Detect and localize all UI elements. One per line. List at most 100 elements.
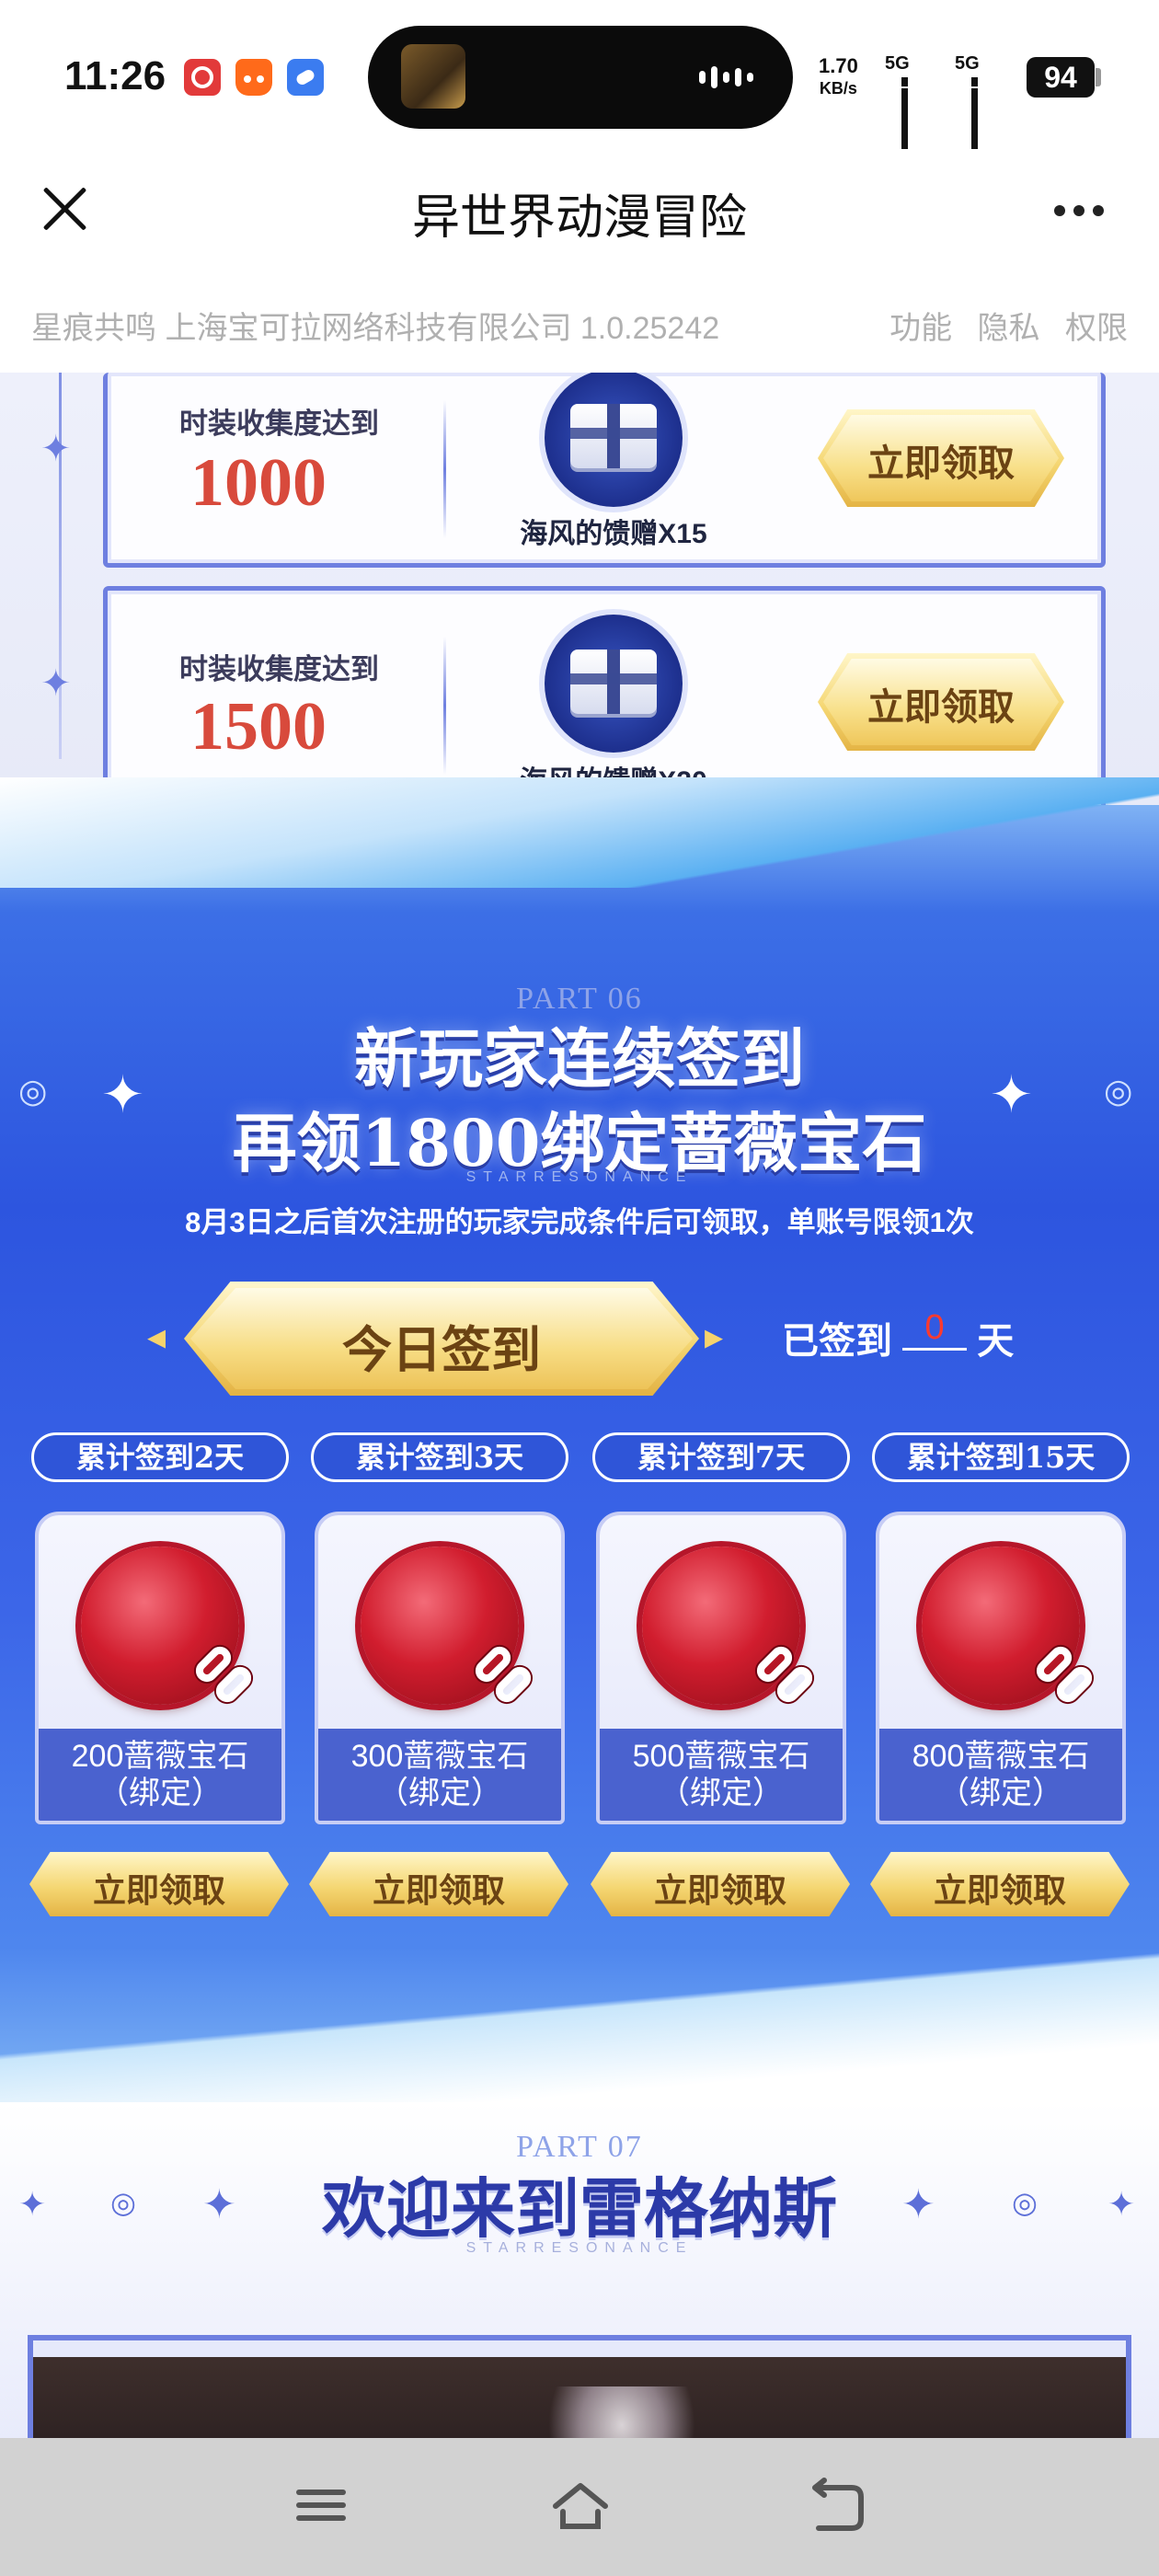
sparkle-icon: ✦ — [40, 429, 72, 469]
menu-icon[interactable] — [289, 2482, 353, 2547]
system-navigation-bar — [0, 2438, 1159, 2576]
signed-prefix: 已签到 — [782, 1321, 892, 1362]
signin-title-line1: 新玩家连续签到 — [354, 1020, 805, 1097]
reward-card: 200蔷薇宝石 （绑定） — [35, 1512, 285, 1824]
signed-days-counter: 已签到 0 天 — [782, 1308, 1015, 1365]
sparkle-icon: ✦ — [202, 2182, 236, 2227]
gift-box-icon — [545, 373, 683, 507]
claim-button[interactable]: 立即领取 — [818, 409, 1064, 507]
browser-icon — [287, 59, 324, 96]
reward-condition-label: 时装收集度达到 — [179, 408, 379, 440]
app-developer-info: 星痕共鸣 上海宝可拉网络科技有限公司 1.0.25242 — [31, 311, 720, 346]
web-content[interactable]: ✦ ✦ 时装收集度达到 1000 海风的馈赠X15 立即领取 时装收集度达到 1… — [0, 373, 1159, 2438]
signed-count: 0 — [902, 1308, 968, 1351]
welcome-title: 欢迎来到雷格纳斯 — [322, 2170, 837, 2247]
reward-name-band: 300蔷薇宝石 （绑定） — [318, 1729, 561, 1821]
orb-icon: ◎ — [1012, 2186, 1038, 2219]
reward-name-band: 800蔷薇宝石 （绑定） — [879, 1729, 1122, 1821]
app-info-bar: 星痕共鸣 上海宝可拉网络科技有限公司 1.0.25242 功能 隐私 权限 — [0, 281, 1159, 373]
reward-name: 200蔷薇宝石 — [71, 1739, 249, 1774]
sparkle-icon: ✦ — [901, 2182, 935, 2227]
net-speed: 1.70 KB/s — [819, 55, 858, 99]
cumulative-tag: 累计签到7天 — [592, 1432, 850, 1482]
arrow-right-icon: ▸ — [705, 1317, 724, 1357]
back-icon[interactable] — [806, 2475, 870, 2539]
net-speed-unit: KB/s — [819, 79, 857, 98]
signin-subtitle: 8月3日之后首次注册的玩家完成条件后可领取，单账号限领1次 — [185, 1206, 974, 1238]
today-signin-button[interactable]: 今日签到 — [184, 1282, 699, 1396]
bound-chain-icon — [752, 1641, 822, 1712]
netease-music-icon — [184, 59, 221, 96]
status-bar: 11:26 1.70 KB/s 5G 5G 94 — [0, 0, 1159, 156]
reward-card: 300蔷薇宝石 （绑定） — [315, 1512, 565, 1824]
reward-target-value: 1000 — [190, 445, 327, 521]
claim-button-label: 立即领取 — [867, 443, 1015, 484]
reward-condition-label: 时装收集度达到 — [179, 653, 379, 685]
net-speed-value: 1.70 — [819, 54, 858, 77]
more-icon[interactable] — [1054, 204, 1113, 219]
bound-chain-icon — [1031, 1641, 1102, 1712]
claim-button[interactable]: 立即领取 — [309, 1852, 568, 1916]
bound-chain-icon — [190, 1641, 261, 1712]
character-figure — [548, 2386, 695, 2438]
mini-program-navbar: 异世界动漫冒险 — [0, 156, 1159, 281]
reward-name: 800蔷薇宝石 — [912, 1739, 1090, 1774]
collection-reward-row: 时装收集度达到 1000 海风的馈赠X15 立即领取 — [103, 373, 1106, 568]
reward-bind-note: （绑定） — [938, 1776, 1063, 1811]
reward-bind-note: （绑定） — [377, 1776, 502, 1811]
dynamic-island[interactable] — [368, 26, 793, 129]
reward-target-value: 1500 — [190, 689, 327, 765]
game-thumbnail-icon — [401, 44, 465, 109]
orb-icon: ◎ — [1104, 1072, 1133, 1110]
signed-suffix: 天 — [977, 1321, 1015, 1362]
sparkle-icon: ✦ — [40, 663, 72, 704]
brand-subtext: STARRESONANCE — [465, 2240, 694, 2256]
battery-tip — [1096, 68, 1101, 86]
divider — [443, 400, 446, 538]
reward-name-band: 500蔷薇宝石 （绑定） — [600, 1729, 843, 1821]
wave-decoration — [0, 777, 1159, 888]
link-features[interactable]: 功能 — [889, 311, 952, 346]
sparkle-icon: ✦ — [990, 1065, 1033, 1123]
status-clock: 11:26 — [64, 53, 166, 98]
audio-wave-icon — [699, 66, 759, 88]
link-permissions[interactable]: 权限 — [1065, 311, 1128, 346]
reward-bind-note: （绑定） — [659, 1776, 784, 1811]
arrow-left-icon: ◂ — [147, 1317, 166, 1357]
cumulative-tag: 累计签到3天 — [311, 1432, 568, 1482]
reward-name-band: 200蔷薇宝石 （绑定） — [39, 1729, 281, 1821]
cumulative-tag: 累计签到2天 — [31, 1432, 289, 1482]
gift-box-icon — [545, 615, 683, 753]
sparkle-icon: ✦ — [18, 2185, 47, 2223]
video-preview[interactable] — [28, 2335, 1131, 2438]
claim-button-label: 立即领取 — [653, 1871, 786, 1910]
reward-card: 800蔷薇宝石 （绑定） — [876, 1512, 1126, 1824]
reward-card: 500蔷薇宝石 （绑定） — [596, 1512, 846, 1824]
claim-button[interactable]: 立即领取 — [818, 653, 1064, 751]
claim-button-label: 立即领取 — [92, 1871, 225, 1910]
sparkle-icon: ✦ — [101, 1065, 144, 1123]
link-privacy[interactable]: 隐私 — [978, 311, 1040, 346]
claim-button-label: 立即领取 — [867, 686, 1015, 728]
reward-bind-note: （绑定） — [98, 1776, 223, 1811]
signal-bars-icon — [971, 70, 981, 149]
claim-button-label: 立即领取 — [372, 1871, 505, 1910]
reward-name: 300蔷薇宝石 — [350, 1739, 529, 1774]
signal-bars-icon — [901, 70, 912, 149]
orb-icon: ◎ — [110, 2186, 136, 2219]
divider — [443, 637, 446, 775]
home-icon[interactable] — [548, 2475, 613, 2539]
brand-subtext: STARRESONANCE — [465, 1169, 694, 1185]
taobao-icon — [235, 59, 272, 96]
battery-level: 94 — [1027, 57, 1095, 98]
reward-name: 500蔷薇宝石 — [632, 1739, 810, 1774]
today-signin-label: 今日签到 — [342, 1320, 541, 1379]
claim-button[interactable]: 立即领取 — [29, 1852, 289, 1916]
orb-icon: ◎ — [18, 1072, 48, 1110]
claim-button[interactable]: 立即领取 — [591, 1852, 850, 1916]
claim-button-label: 立即领取 — [933, 1871, 1066, 1910]
page-title: 异世界动漫冒险 — [411, 191, 747, 245]
claim-button[interactable]: 立即领取 — [870, 1852, 1130, 1916]
bound-chain-icon — [470, 1641, 541, 1712]
info-links: 功能 隐私 权限 — [873, 303, 1128, 348]
